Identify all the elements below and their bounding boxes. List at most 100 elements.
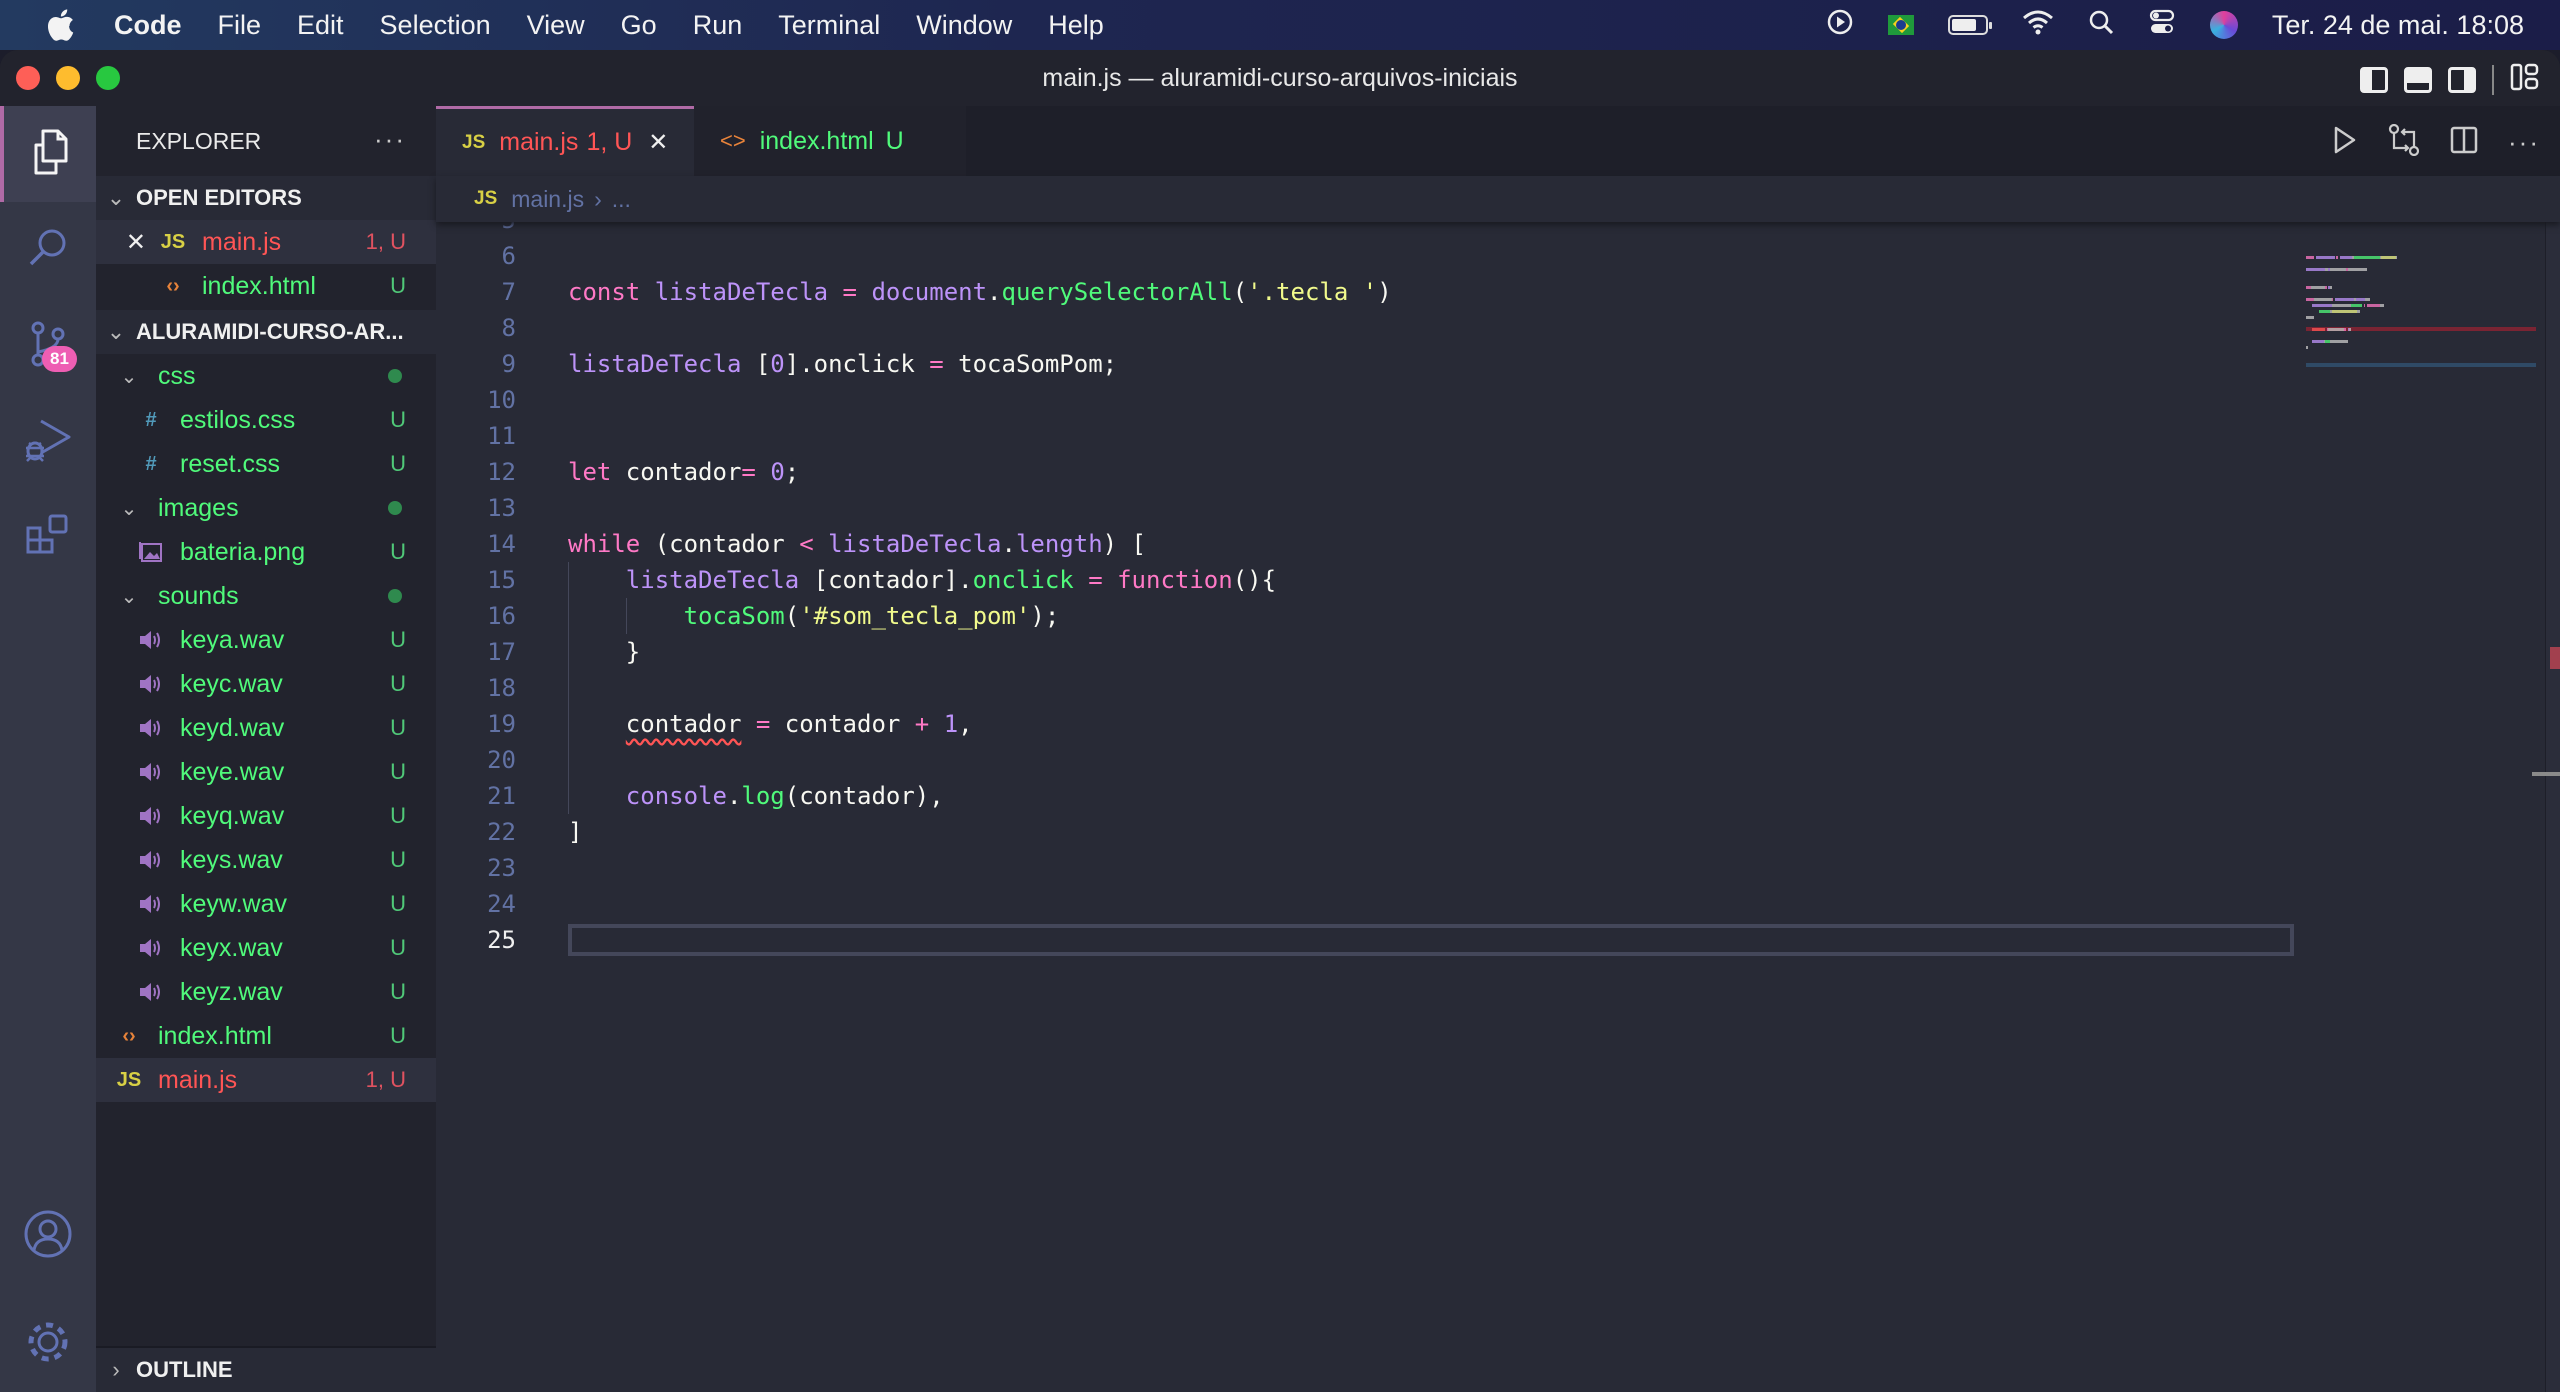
- file-item[interactable]: keyc.wav U: [96, 662, 436, 706]
- activity-source-control[interactable]: 81: [0, 298, 96, 394]
- code-line[interactable]: 21 console.log(contador),: [436, 778, 2296, 814]
- code-line[interactable]: 11: [436, 418, 2296, 454]
- code-line[interactable]: 23: [436, 850, 2296, 886]
- minimap[interactable]: [2294, 222, 2544, 1392]
- code-line[interactable]: 13: [436, 490, 2296, 526]
- siri-icon[interactable]: [2209, 11, 2238, 39]
- toggle-secondary-sidebar-icon[interactable]: [2448, 66, 2476, 93]
- run-file-icon[interactable]: [2332, 125, 2358, 160]
- menubar-datetime[interactable]: Ter. 24 de mai. 18:08: [2272, 10, 2524, 41]
- breadcrumb-file[interactable]: main.js: [511, 186, 584, 213]
- file-item[interactable]: keyd.wav U: [96, 706, 436, 750]
- code-line[interactable]: 24: [436, 886, 2296, 922]
- tab-main-js[interactable]: JS main.js 1, U ✕: [436, 106, 694, 176]
- project-section[interactable]: ⌄ ALURAMIDI-CURSO-AR...: [96, 310, 436, 354]
- file-item[interactable]: JS main.js 1, U: [96, 1058, 436, 1102]
- code-line[interactable]: 19 contador = contador + 1,: [436, 706, 2296, 742]
- battery-icon[interactable]: [1947, 15, 1992, 35]
- brazil-flag-icon[interactable]: [1887, 15, 1914, 35]
- code-line[interactable]: 17 }: [436, 634, 2296, 670]
- code-line[interactable]: 6: [436, 238, 2296, 274]
- open-editors-section[interactable]: ⌄ OPEN EDITORS: [96, 176, 436, 220]
- code-line[interactable]: 25: [436, 922, 2296, 958]
- file-item[interactable]: # reset.css U: [96, 442, 436, 486]
- minimap-token: [2314, 298, 2332, 301]
- code-token: log: [741, 782, 785, 810]
- folder-item[interactable]: ⌄ css: [96, 354, 436, 398]
- menu-file[interactable]: File: [218, 10, 262, 41]
- split-editor-icon[interactable]: [2450, 126, 2478, 159]
- file-name: keyc.wav: [180, 669, 283, 698]
- code-line[interactable]: 8: [436, 310, 2296, 346]
- code-line[interactable]: 7 const listaDeTecla = document.querySele…: [436, 274, 2296, 310]
- activity-accounts[interactable]: [0, 1188, 96, 1284]
- file-item[interactable]: keyw.wav U: [96, 882, 436, 926]
- folder-item[interactable]: ⌄ sounds: [96, 574, 436, 618]
- close-tab-icon[interactable]: ✕: [648, 128, 668, 157]
- code-line[interactable]: 18: [436, 670, 2296, 706]
- explorer-sidebar: EXPLORER ··· ⌄ OPEN EDITORS ✕ JS main.js…: [96, 106, 436, 1392]
- code-line[interactable]: 20: [436, 742, 2296, 778]
- code-line[interactable]: 12 let contador= 0;: [436, 454, 2296, 490]
- activity-run-debug[interactable]: [0, 394, 96, 490]
- play-circle-icon[interactable]: [1826, 8, 1854, 43]
- code-token: const: [568, 278, 641, 306]
- modified-dot-icon: [388, 589, 402, 603]
- toggle-panel-icon[interactable]: [2404, 66, 2432, 93]
- code-line[interactable]: 22]: [436, 814, 2296, 850]
- file-item[interactable]: keyx.wav U: [96, 926, 436, 970]
- file-item[interactable]: keys.wav U: [96, 838, 436, 882]
- control-center-icon[interactable]: [2148, 8, 2176, 43]
- menu-app-name[interactable]: Code: [114, 10, 182, 41]
- breadcrumb-symbols[interactable]: ...: [612, 186, 631, 213]
- more-actions-icon[interactable]: ···: [2508, 127, 2540, 158]
- folder-item[interactable]: ⌄ images: [96, 486, 436, 530]
- activity-extensions[interactable]: [0, 490, 96, 586]
- outline-section[interactable]: › OUTLINE: [96, 1346, 436, 1392]
- toggle-primary-sidebar-icon[interactable]: [2360, 66, 2388, 93]
- line-number: 11: [487, 422, 516, 450]
- file-item[interactable]: bateria.png U: [96, 530, 436, 574]
- vertical-scrollbar[interactable]: [2545, 222, 2560, 1392]
- menu-view[interactable]: View: [527, 10, 585, 41]
- css-file-icon: #: [145, 408, 157, 431]
- menu-window[interactable]: Window: [916, 10, 1012, 41]
- menu-run[interactable]: Run: [693, 10, 743, 41]
- activity-search[interactable]: [0, 202, 96, 298]
- menu-edit[interactable]: Edit: [297, 10, 344, 41]
- activity-explorer[interactable]: [0, 106, 96, 202]
- activity-manage[interactable]: [0, 1296, 96, 1392]
- menu-help[interactable]: Help: [1048, 10, 1104, 41]
- tab-index-html[interactable]: <> index.html U: [694, 106, 966, 176]
- menu-terminal[interactable]: Terminal: [778, 10, 880, 41]
- code-line[interactable]: 16 tocaSom('#som_tecla_pom');: [436, 598, 2296, 634]
- open-changes-icon[interactable]: [2388, 123, 2420, 161]
- spotlight-search-icon[interactable]: [2088, 9, 2114, 42]
- code-line[interactable]: 15 listaDeTecla [contador].onclick = fun…: [436, 562, 2296, 598]
- menu-selection[interactable]: Selection: [380, 10, 491, 41]
- file-item[interactable]: keye.wav U: [96, 750, 436, 794]
- customize-layout-icon[interactable]: [2510, 62, 2540, 97]
- file-item[interactable]: keyz.wav U: [96, 970, 436, 1014]
- code-line[interactable]: 14 while (contador < listaDeTecla.length)…: [436, 526, 2296, 562]
- file-item[interactable]: keya.wav U: [96, 618, 436, 662]
- more-actions-icon[interactable]: ···: [374, 124, 406, 155]
- audio-file-icon: [136, 717, 166, 739]
- open-editor-item[interactable]: ‹› index.html U: [96, 264, 436, 308]
- wifi-icon[interactable]: [2022, 9, 2054, 42]
- file-item[interactable]: ‹› index.html U: [96, 1014, 436, 1058]
- audio-file-icon: [136, 849, 166, 871]
- file-item[interactable]: keyq.wav U: [96, 794, 436, 838]
- code-line[interactable]: 9 listaDeTecla [0].onclick = tocaSomPom;: [436, 346, 2296, 382]
- apple-logo-icon[interactable]: [44, 8, 78, 42]
- file-item[interactable]: # estilos.css U: [96, 398, 436, 442]
- code-token: (: [1232, 278, 1248, 306]
- menu-go[interactable]: Go: [621, 10, 657, 41]
- minimap-token: [2330, 286, 2332, 289]
- open-editor-item[interactable]: ✕ JS main.js 1, U: [96, 220, 436, 264]
- file-name: estilos.css: [180, 405, 296, 434]
- code-token: ;: [784, 458, 800, 486]
- close-icon[interactable]: ✕: [96, 228, 146, 257]
- code-line[interactable]: 10: [436, 382, 2296, 418]
